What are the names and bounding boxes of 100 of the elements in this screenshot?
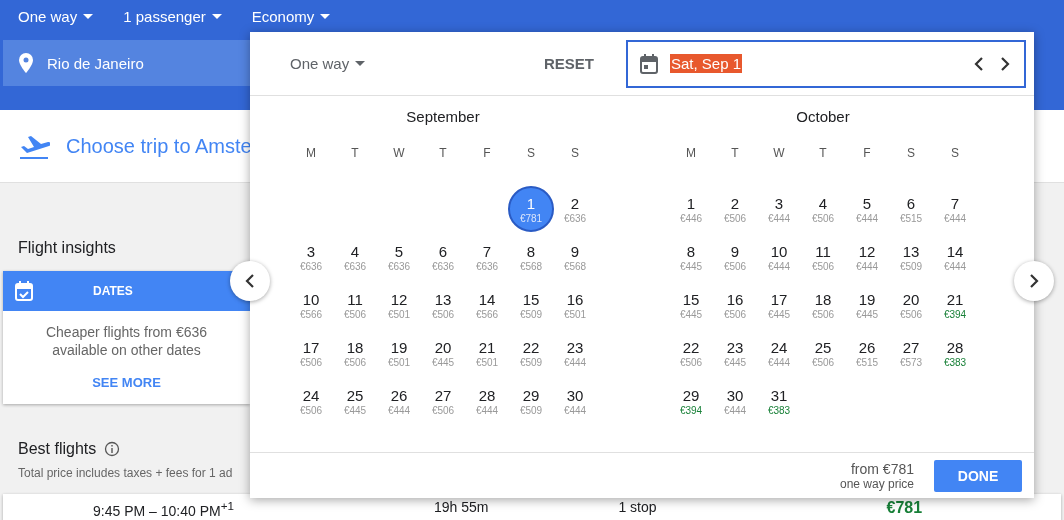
dates-tab[interactable]: DATES	[3, 271, 250, 311]
calendar-day[interactable]: 4 €506	[800, 186, 846, 232]
day-price: €636	[563, 212, 587, 224]
calendar-day[interactable]: 10 €566	[288, 282, 334, 328]
see-more-link[interactable]: SEE MORE	[92, 375, 161, 390]
day-number: 3	[774, 194, 784, 212]
calendar-day[interactable]: 30 €444	[712, 378, 758, 424]
day-price: €444	[855, 260, 879, 272]
calendar-day[interactable]: 24 €444	[756, 330, 802, 376]
calendar-day[interactable]: 18 €506	[800, 282, 846, 328]
calendar-day[interactable]: 1 €446	[668, 186, 714, 232]
calendar-day[interactable]: 3 €636	[288, 234, 334, 280]
calendar-day[interactable]: 13 €506	[420, 282, 466, 328]
calendar-day[interactable]: 30 €444	[552, 378, 598, 424]
day-number: 9	[730, 242, 740, 260]
day-price: €506	[431, 308, 455, 320]
calendar-day[interactable]: 18 €506	[332, 330, 378, 376]
month-title: September	[406, 108, 480, 127]
calendar-day[interactable]: 6 €515	[888, 186, 934, 232]
calendar-day[interactable]: 12 €501	[376, 282, 422, 328]
calendar-day[interactable]: 19 €501	[376, 330, 422, 376]
day-number: 23	[726, 338, 744, 356]
date-value: Sat, Sep 1	[670, 54, 743, 73]
dropdown-button[interactable]: One way	[18, 7, 94, 25]
day-price: €506	[431, 404, 455, 416]
calendar-day[interactable]: 29 €394	[668, 378, 714, 424]
calendar-day[interactable]: 5 €444	[844, 186, 890, 232]
calendar-day[interactable]: 23 €445	[712, 330, 758, 376]
calendar-day[interactable]: 28 €383	[932, 330, 978, 376]
calendar-day[interactable]: 27 €573	[888, 330, 934, 376]
day-number: 1	[526, 194, 536, 212]
dropdown-button[interactable]: Economy	[251, 7, 331, 25]
calendar-day[interactable]: 5 €636	[376, 234, 422, 280]
calendar-day[interactable]: 12 €444	[844, 234, 890, 280]
day-price: €445	[679, 260, 703, 272]
calendar-day[interactable]: 17 €506	[288, 330, 334, 376]
day-price: €444	[767, 260, 791, 272]
calendar-day[interactable]: 23 €444	[552, 330, 598, 376]
day-price: €394	[679, 404, 703, 416]
calendar-day[interactable]: 28 €444	[464, 378, 510, 424]
previous-date-button[interactable]	[972, 54, 986, 73]
calendar-day[interactable]: 3 €444	[756, 186, 802, 232]
calendar-day[interactable]: 29 €509	[508, 378, 554, 424]
day-price: €506	[679, 356, 703, 368]
calendar-day[interactable]: 7 €636	[464, 234, 510, 280]
calendar-day[interactable]: 14 €566	[464, 282, 510, 328]
day-price: €501	[475, 356, 499, 368]
day-price: €444	[767, 356, 791, 368]
date-field[interactable]: Sat, Sep 1	[626, 39, 1026, 88]
calendar-day[interactable]: 22 €506	[668, 330, 714, 376]
calendar-day[interactable]: 15 €509	[508, 282, 554, 328]
weekday-label: M	[306, 146, 316, 160]
dropdown-button[interactable]: 1 passenger	[123, 7, 222, 25]
calendar-day[interactable]: 31 €383	[756, 378, 802, 424]
calendar-day[interactable]: 15 €445	[668, 282, 714, 328]
next-month-button[interactable]	[1014, 261, 1054, 301]
calendar-day[interactable]: 11 €506	[332, 282, 378, 328]
day-number: 22	[682, 338, 700, 356]
calendar-day[interactable]: 13 €509	[888, 234, 934, 280]
calendar-day[interactable]: 20 €506	[888, 282, 934, 328]
dropdown-caret-icon	[320, 13, 331, 19]
calendar-day[interactable]: 1 €781	[508, 186, 554, 232]
day-price: €506	[343, 308, 367, 320]
calendar-day[interactable]: 16 €501	[552, 282, 598, 328]
calendar-day[interactable]: 25 €506	[800, 330, 846, 376]
reset-button[interactable]: RESET	[538, 54, 600, 73]
calendar-day[interactable]: 6 €636	[420, 234, 466, 280]
calendar-day[interactable]: 2 €506	[712, 186, 758, 232]
calendar-day[interactable]: 21 €501	[464, 330, 510, 376]
day-number: 18	[346, 338, 364, 356]
calendar-day[interactable]: 4 €636	[332, 234, 378, 280]
calendar-day[interactable]: 8 €445	[668, 234, 714, 280]
calendar-day[interactable]: 7 €444	[932, 186, 978, 232]
calendar-day[interactable]: 24 €506	[288, 378, 334, 424]
day-price: €506	[723, 212, 747, 224]
calendar-day[interactable]: 8 €568	[508, 234, 554, 280]
calendar-day[interactable]: 26 €515	[844, 330, 890, 376]
next-date-button[interactable]	[998, 54, 1012, 73]
calendar-day[interactable]: 25 €445	[332, 378, 378, 424]
day-number: 15	[522, 290, 540, 308]
calendar-day[interactable]: 2 €636	[552, 186, 598, 232]
calendar-day[interactable]: 27 €506	[420, 378, 466, 424]
calendar-day[interactable]: 16 €506	[712, 282, 758, 328]
calendar-day[interactable]: 10 €444	[756, 234, 802, 280]
calendar-day[interactable]: 20 €445	[420, 330, 466, 376]
calendar-day[interactable]: 19 €445	[844, 282, 890, 328]
calendar-day[interactable]: 26 €444	[376, 378, 422, 424]
calendar-day[interactable]: 14 €444	[932, 234, 978, 280]
done-button[interactable]: DONE	[934, 459, 1022, 492]
weekday-label: S	[907, 146, 915, 160]
calendar-day[interactable]: 11 €506	[800, 234, 846, 280]
day-price: €566	[299, 308, 323, 320]
day-price: €636	[475, 260, 499, 272]
calendar-day[interactable]: 9 €568	[552, 234, 598, 280]
calendar-day[interactable]: 9 €506	[712, 234, 758, 280]
trip-title: Choose trip to Amste	[66, 134, 252, 158]
day-number: 2	[730, 194, 740, 212]
calendar-day[interactable]: 22 €509	[508, 330, 554, 376]
calendar-day[interactable]: 17 €445	[756, 282, 802, 328]
calendar-day[interactable]: 21 €394	[932, 282, 978, 328]
